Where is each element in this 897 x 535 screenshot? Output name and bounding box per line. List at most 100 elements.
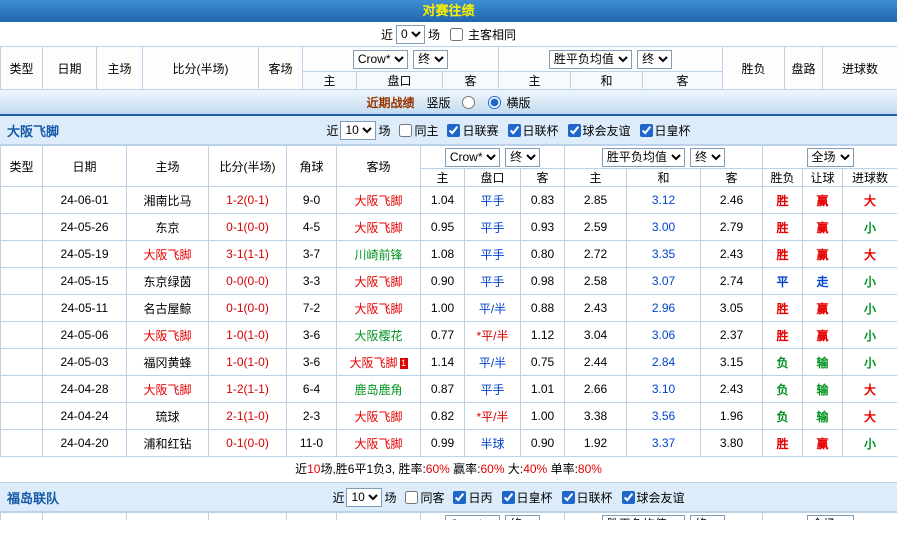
avg-stage-select[interactable]: 终 (690, 148, 725, 167)
away-team-cell[interactable]: 大阪樱花 (337, 322, 421, 349)
match-score[interactable]: 0-1(0-0) (209, 214, 287, 241)
scope-select[interactable]: 全场 (807, 148, 854, 167)
checkbox-j3-league[interactable] (453, 491, 466, 504)
home-team-name[interactable]: 琉球 (155, 410, 179, 424)
match-score[interactable]: 0-0(0-0) (209, 268, 287, 295)
away-odds[interactable]: 0.88 (521, 295, 565, 322)
avg-draw-odds[interactable]: 3.06 (627, 322, 701, 349)
avg-stage-select[interactable]: 终 (690, 515, 725, 521)
handicap-line[interactable]: *平/半 (465, 403, 521, 430)
avg-away-odds[interactable]: 3.80 (701, 430, 763, 457)
away-odds[interactable]: 1.00 (521, 403, 565, 430)
away-team-name[interactable]: 鹿岛鹿角 (354, 383, 402, 397)
team-name[interactable]: 大阪飞脚 (0, 121, 120, 140)
avg-away-odds[interactable]: 2.43 (701, 376, 763, 403)
avg-home-odds[interactable]: 3.38 (565, 403, 627, 430)
avg-away-odds[interactable]: 2.46 (701, 187, 763, 214)
avg-draw-odds[interactable]: 3.56 (627, 403, 701, 430)
checkbox-league-cup[interactable] (562, 491, 575, 504)
home-odds[interactable]: 0.82 (421, 403, 465, 430)
avg-home-odds[interactable]: 2.59 (565, 214, 627, 241)
away-team-cell[interactable]: 大阪飞脚 (337, 430, 421, 457)
home-odds[interactable]: 1.00 (421, 295, 465, 322)
avg-draw-odds[interactable]: 3.37 (627, 430, 701, 457)
away-team-name[interactable]: 大阪飞脚 (349, 356, 397, 370)
away-odds[interactable]: 0.93 (521, 214, 565, 241)
home-team-name[interactable]: 大阪飞脚 (143, 383, 191, 397)
avg-draw-odds[interactable]: 3.35 (627, 241, 701, 268)
match-score[interactable]: 1-2(0-1) (209, 187, 287, 214)
checkbox-club-friendly[interactable] (568, 124, 581, 137)
home-odds[interactable]: 1.08 (421, 241, 465, 268)
home-odds[interactable]: 0.77 (421, 322, 465, 349)
avg-away-odds[interactable]: 1.96 (701, 403, 763, 430)
avg-away-odds[interactable]: 2.74 (701, 268, 763, 295)
home-team-cell[interactable]: 大阪飞脚 (127, 376, 209, 403)
avg-away-odds[interactable]: 2.43 (701, 241, 763, 268)
checkbox-club-friendly[interactable] (622, 491, 635, 504)
checkbox-league-cup[interactable] (508, 124, 521, 137)
avg-home-odds[interactable]: 2.72 (565, 241, 627, 268)
odds-stage-select[interactable]: 终 (505, 515, 540, 521)
league-type-badge[interactable]: 日职联 (1, 214, 43, 241)
home-team-cell[interactable]: 琉球 (127, 403, 209, 430)
avg-draw-odds[interactable]: 3.12 (627, 187, 701, 214)
home-team-cell[interactable]: 福冈黄蜂 (127, 349, 209, 376)
home-team-cell[interactable]: 东京绿茵 (127, 268, 209, 295)
handicap-line[interactable]: 平手 (465, 214, 521, 241)
league-type-badge[interactable]: 日职联 (1, 322, 43, 349)
away-odds[interactable]: 1.12 (521, 322, 565, 349)
gamba-match-count-select[interactable]: 10 (340, 121, 376, 140)
league-type-badge[interactable]: 日职联 (1, 295, 43, 322)
match-score[interactable]: 1-0(1-0) (209, 322, 287, 349)
odds-company-select[interactable]: Crow* (445, 515, 500, 521)
checkbox-same-away[interactable] (405, 491, 418, 504)
avg-away-odds[interactable]: 3.15 (701, 349, 763, 376)
league-type-badge[interactable]: 日职联 (1, 349, 43, 376)
away-team-name[interactable]: 大阪飞脚 (354, 437, 402, 451)
home-team-cell[interactable]: 浦和红钻 (127, 430, 209, 457)
home-odds[interactable]: 0.99 (421, 430, 465, 457)
away-team-cell[interactable]: 川崎前锋 (337, 241, 421, 268)
league-type-badge[interactable]: 日职联 (1, 430, 43, 457)
match-score[interactable]: 2-1(1-0) (209, 403, 287, 430)
avg-draw-odds[interactable]: 2.96 (627, 295, 701, 322)
home-team-cell[interactable]: 大阪飞脚 (127, 241, 209, 268)
scope-select[interactable]: 全场 (807, 515, 854, 521)
match-score[interactable]: 3-1(1-1) (209, 241, 287, 268)
avg-away-odds[interactable]: 2.79 (701, 214, 763, 241)
home-team-name[interactable]: 浦和红钻 (143, 437, 191, 451)
home-team-name[interactable]: 大阪飞脚 (143, 329, 191, 343)
odds-stage-select[interactable]: 终 (505, 148, 540, 167)
avg-home-odds[interactable]: 2.58 (565, 268, 627, 295)
away-team-cell[interactable]: 大阪飞脚 (337, 403, 421, 430)
home-team-name[interactable]: 东京 (155, 221, 179, 235)
home-team-cell[interactable]: 名古屋鲸 (127, 295, 209, 322)
team-name[interactable]: 福岛联队 (0, 488, 120, 507)
away-team-name[interactable]: 大阪飞脚 (354, 410, 402, 424)
handicap-line[interactable]: 平手 (465, 268, 521, 295)
avg-away-odds[interactable]: 3.05 (701, 295, 763, 322)
avg-draw-odds[interactable]: 2.84 (627, 349, 701, 376)
home-odds[interactable]: 0.90 (421, 268, 465, 295)
handicap-line[interactable]: 平手 (465, 187, 521, 214)
home-team-name[interactable]: 福冈黄蜂 (143, 356, 191, 370)
avg-type-select[interactable]: 胜平负均值 (602, 515, 685, 521)
horizontal-layout-radio[interactable] (488, 96, 501, 109)
checkbox-j1-league[interactable] (447, 124, 460, 137)
away-team-name[interactable]: 大阪樱花 (354, 329, 402, 343)
checkbox-same-home[interactable] (399, 124, 412, 137)
away-team-name[interactable]: 川崎前锋 (354, 248, 402, 262)
avg-away-odds[interactable]: 2.37 (701, 322, 763, 349)
avg-home-odds[interactable]: 2.66 (565, 376, 627, 403)
away-odds[interactable]: 0.90 (521, 430, 565, 457)
handicap-line[interactable]: 平/半 (465, 295, 521, 322)
checkbox-emperors-cup[interactable] (502, 491, 515, 504)
avg-stage-select[interactable]: 终 (637, 50, 672, 69)
away-odds[interactable]: 1.01 (521, 376, 565, 403)
handicap-line[interactable]: 平/半 (465, 349, 521, 376)
away-odds[interactable]: 0.75 (521, 349, 565, 376)
fukushima-match-count-select[interactable]: 10 (346, 488, 382, 507)
away-team-cell[interactable]: 大阪飞脚 (337, 214, 421, 241)
home-odds[interactable]: 1.14 (421, 349, 465, 376)
